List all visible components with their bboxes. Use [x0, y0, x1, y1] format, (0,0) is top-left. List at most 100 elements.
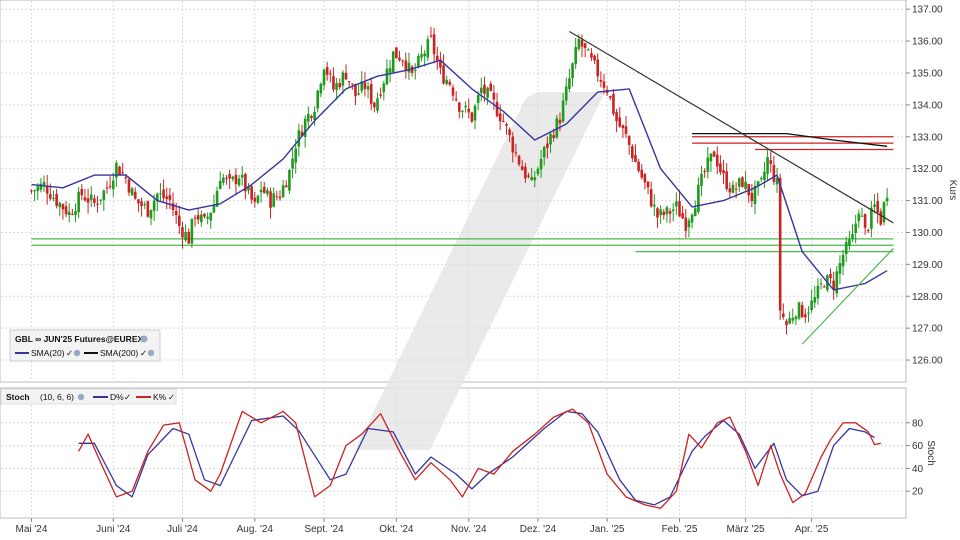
candle-body	[420, 54, 423, 58]
candle-body	[571, 63, 574, 79]
candle-body	[536, 168, 540, 175]
candle-body	[502, 121, 505, 123]
candle-body	[228, 174, 231, 179]
candle-body	[602, 81, 606, 88]
x-tick-label: Dez. '24	[520, 524, 557, 535]
candle-body	[209, 212, 213, 221]
candle-body	[80, 189, 84, 196]
candle-body	[618, 117, 622, 127]
candle-body	[385, 68, 389, 85]
candle-body	[697, 184, 700, 212]
check-icon[interactable]: ✓	[66, 348, 73, 358]
candle-body	[143, 204, 147, 206]
candle-body	[39, 183, 43, 190]
y-tick-label: 20	[912, 487, 924, 498]
candle-body	[316, 90, 320, 109]
candle-body	[524, 166, 527, 179]
candle-body	[457, 102, 461, 112]
candle-body	[413, 69, 417, 71]
candle-body	[737, 178, 741, 187]
candle-body	[445, 79, 449, 84]
candle-body	[262, 186, 266, 193]
candle-body	[653, 204, 656, 207]
candle-body	[640, 169, 644, 178]
y-axis-stoch: 20 40 60 80	[906, 418, 924, 498]
candle-body	[715, 154, 719, 167]
candle-body	[612, 93, 615, 114]
candle-body	[804, 314, 807, 318]
candle-body	[398, 57, 401, 61]
x-tick-label: Feb. '25	[662, 524, 698, 535]
candle-body	[379, 94, 382, 96]
candle-body	[341, 72, 345, 86]
candle-body	[451, 87, 455, 96]
stoch-title: Stoch	[6, 392, 30, 402]
x-tick-label: Jan. '25	[590, 524, 625, 535]
candle-body	[486, 87, 489, 98]
candle-body	[470, 112, 474, 122]
check-icon[interactable]: ✓	[168, 392, 175, 402]
candle-body	[700, 173, 703, 186]
candle-body	[382, 83, 386, 93]
candle-body	[111, 180, 115, 190]
candle-body	[665, 207, 669, 215]
price-chart: 126.00 127.00 128.00 129.00 130.00 131.00 132.…	[0, 0, 958, 535]
x-tick-label: März '25	[727, 524, 765, 535]
candle-body	[731, 184, 735, 193]
y-tick-label: 137.00	[912, 5, 943, 16]
y-tick-label: 132.00	[912, 164, 943, 175]
candle-body	[621, 125, 625, 129]
candle-body	[813, 297, 817, 303]
check-icon[interactable]: ✓	[124, 392, 131, 402]
stoch-legend: Stoch (10, 6, 6) D% ✓ K% ✓	[0, 388, 177, 405]
candle-body	[766, 157, 769, 174]
candle-body	[505, 123, 508, 126]
candle-body	[851, 234, 854, 240]
candle-body	[483, 84, 486, 94]
candle-body	[508, 129, 511, 136]
candle-body	[429, 35, 433, 37]
candle-body	[89, 194, 93, 200]
candle-body	[583, 43, 587, 48]
candle-body	[656, 208, 659, 218]
stoch-panel	[0, 387, 907, 519]
candle-body	[791, 317, 795, 321]
candle-body	[574, 47, 577, 65]
candle-body	[467, 108, 471, 113]
candle-body	[782, 313, 785, 317]
candle-body	[741, 177, 744, 187]
y-tick-label: 40	[912, 464, 924, 475]
candle-body	[432, 34, 436, 55]
candle-body	[388, 68, 392, 73]
candle-body	[67, 211, 71, 216]
candle-body	[873, 204, 876, 208]
candle-body	[137, 199, 140, 204]
candle-body	[495, 101, 499, 117]
candle-body	[187, 231, 191, 244]
check-icon[interactable]: ✓	[140, 348, 147, 358]
candle-body	[184, 232, 187, 241]
candle-body	[162, 189, 165, 199]
y-tick-label: 130.00	[912, 228, 943, 239]
candle-body	[322, 69, 326, 86]
candle-body	[549, 133, 552, 145]
candle-body	[624, 126, 628, 134]
candle-body	[492, 92, 496, 100]
candle-body	[810, 300, 813, 311]
candle-body	[671, 209, 675, 212]
settings-icon[interactable]	[140, 335, 148, 343]
settings-icon[interactable]	[73, 349, 81, 357]
candle-body	[693, 208, 697, 217]
candle-body	[476, 95, 480, 103]
candle-body	[64, 206, 68, 215]
settings-icon[interactable]	[77, 393, 85, 401]
candle-body	[266, 190, 269, 195]
settings-icon[interactable]	[147, 349, 155, 357]
x-tick-label: Mai '24	[15, 524, 47, 535]
main-legend: GBL ∞ JUN'25 Futures@EUREX SMA(20) ✓ SMA…	[9, 329, 161, 362]
candle-body	[643, 174, 647, 183]
candle-body	[879, 211, 883, 225]
candle-body	[703, 171, 706, 173]
candle-body	[423, 53, 426, 57]
candle-body	[366, 86, 370, 90]
